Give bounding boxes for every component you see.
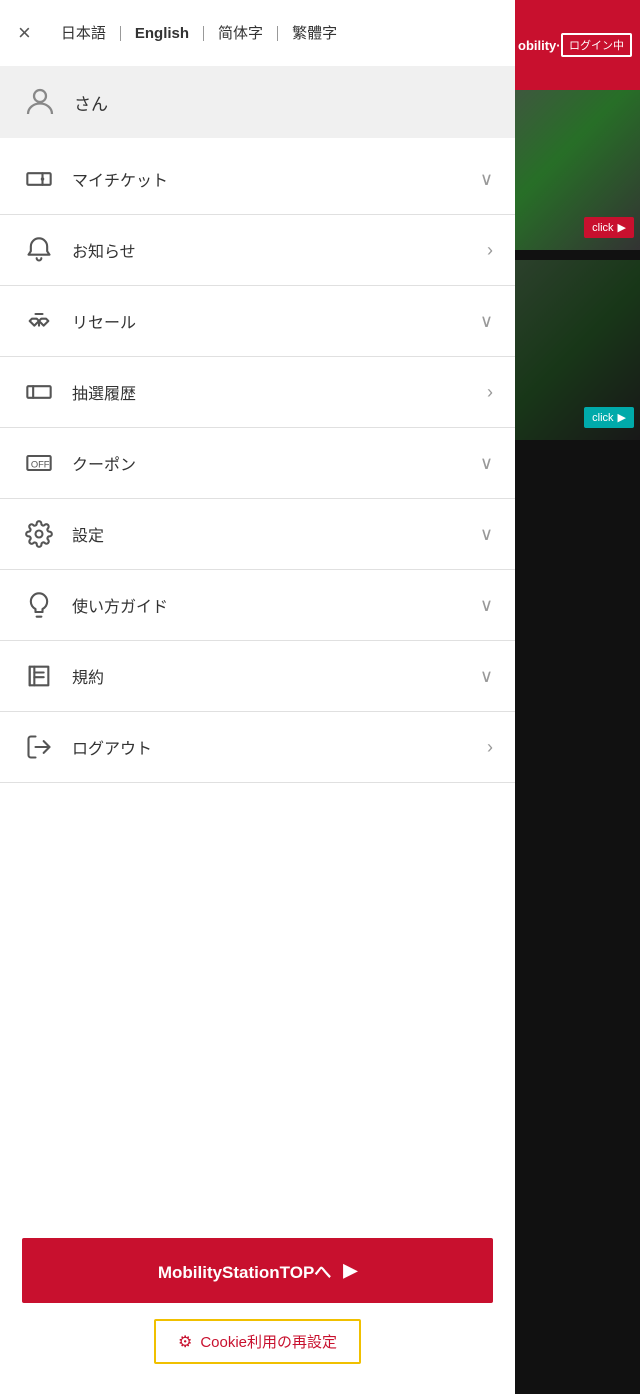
menu-item-notice[interactable]: お知らせ › [0, 215, 515, 286]
chevron-down-icon-5: ∨ [480, 595, 493, 616]
user-row: さん [0, 66, 515, 138]
mobility-btn-arrow: ▶ [343, 1260, 357, 1281]
bulb-icon [22, 588, 56, 622]
chevron-down-icon-2: ∨ [480, 311, 493, 332]
menu-label-coupon: クーポン [72, 451, 464, 475]
ticket-icon [22, 162, 56, 196]
menu-label-logout: ログアウト [72, 735, 471, 759]
divider [510, 252, 640, 256]
close-button[interactable]: × [18, 22, 31, 44]
right-panel: obility··· ログイン中 click ▶ click ▶ [510, 0, 640, 1394]
handshake-icon [22, 304, 56, 338]
chevron-down-icon-6: ∨ [480, 666, 493, 687]
bell-icon [22, 233, 56, 267]
menu-item-guide[interactable]: 使い方ガイド ∨ [0, 570, 515, 641]
cookie-btn-label: Cookie利用の再設定 [200, 1331, 337, 1352]
lang-zh-s[interactable]: 简体字 [204, 26, 278, 41]
coupon-icon: OFF [22, 446, 56, 480]
menu-item-resale[interactable]: リセール ∨ [0, 286, 515, 357]
menu-label-guide: 使い方ガイド [72, 593, 464, 617]
chevron-right-icon-3: › [487, 737, 493, 758]
cookie-gear-icon: ⚙ [178, 1332, 192, 1352]
lottery-icon [22, 375, 56, 409]
menu-label-notice: お知らせ [72, 238, 471, 262]
mobility-btn-label: MobilityStationTOPへ [158, 1258, 331, 1283]
bottom-area: MobilityStationTOPへ ▶ ⚙ Cookie利用の再設定 [0, 1216, 515, 1394]
chevron-down-icon-3: ∨ [480, 453, 493, 474]
svg-text:OFF: OFF [31, 460, 50, 470]
click-button-2[interactable]: click ▶ [584, 407, 634, 428]
gear-icon [22, 517, 56, 551]
chevron-down-icon: ∨ [480, 169, 493, 190]
lang-ja[interactable]: 日本語 [47, 26, 121, 41]
menu-label-my-ticket: マイチケット [72, 167, 464, 191]
menu-item-settings[interactable]: 設定 ∨ [0, 499, 515, 570]
right-panel-header: obility··· ログイン中 [510, 0, 640, 90]
language-bar: × 日本語 English 简体字 繁體字 [0, 0, 515, 66]
user-icon [22, 84, 58, 120]
book-icon [22, 659, 56, 693]
logout-icon [22, 730, 56, 764]
right-image-block-2: click ▶ [510, 260, 640, 440]
menu-item-coupon[interactable]: OFF クーポン ∨ [0, 428, 515, 499]
menu-panel: × 日本語 English 简体字 繁體字 さん マイチケット [0, 0, 515, 1394]
menu-item-terms[interactable]: 規約 ∨ [0, 641, 515, 712]
language-list: 日本語 English 简体字 繁體字 [47, 26, 351, 41]
chevron-down-icon-4: ∨ [480, 524, 493, 545]
menu-item-my-ticket[interactable]: マイチケット ∨ [0, 144, 515, 215]
menu-label-lottery: 抽選履歴 [72, 380, 471, 404]
menu-item-logout[interactable]: ログアウト › [0, 712, 515, 783]
menu-label-terms: 規約 [72, 664, 464, 688]
menu-label-resale: リセール [72, 309, 464, 333]
chevron-right-icon-2: › [487, 382, 493, 403]
user-name: さん [74, 90, 108, 115]
lang-zh-t[interactable]: 繁體字 [278, 26, 351, 41]
cookie-reset-button[interactable]: ⚙ Cookie利用の再設定 [154, 1319, 361, 1364]
lang-en[interactable]: English [121, 26, 204, 41]
chevron-right-icon: › [487, 240, 493, 261]
menu-label-settings: 設定 [72, 522, 464, 546]
mobility-station-button[interactable]: MobilityStationTOPへ ▶ [22, 1238, 493, 1303]
right-image-block-1: click ▶ [510, 90, 640, 250]
click-button-1[interactable]: click ▶ [584, 217, 634, 238]
menu-list: マイチケット ∨ お知らせ › [0, 144, 515, 1216]
menu-item-lottery[interactable]: 抽選履歴 › [0, 357, 515, 428]
login-status-badge: ログイン中 [561, 33, 632, 57]
